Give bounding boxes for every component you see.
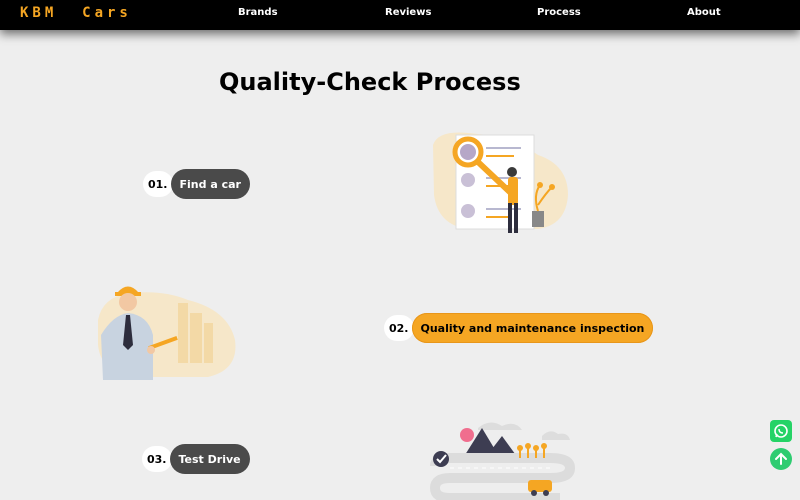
nav-link-process[interactable]: Process	[537, 7, 581, 18]
nav-link-about[interactable]: About	[687, 7, 721, 18]
whatsapp-button[interactable]	[770, 420, 792, 442]
step-pill[interactable]: Test Drive	[169, 444, 250, 474]
nav-link-reviews[interactable]: Reviews	[385, 7, 431, 18]
step-pill[interactable]: Find a car	[170, 169, 250, 199]
inspector-illustration	[98, 286, 236, 380]
scroll-to-top-button[interactable]	[770, 448, 792, 470]
test-drive-illustration	[430, 422, 575, 500]
step-test-drive: 03. Test Drive	[142, 444, 250, 474]
step-number: 02.	[384, 315, 414, 341]
brand-logo[interactable]: KBM Cars	[20, 5, 132, 21]
search-candidate-illustration	[433, 132, 568, 233]
nav-link-brands[interactable]: Brands	[238, 7, 278, 18]
navbar: KBM Cars Brands Reviews Process About	[0, 0, 800, 30]
arrow-up-icon	[775, 452, 787, 465]
step-quality-inspection: 02. Quality and maintenance inspection	[384, 313, 654, 343]
step-find-a-car: 01. Find a car	[143, 169, 250, 199]
step-number: 03.	[142, 446, 172, 472]
step-pill[interactable]: Quality and maintenance inspection	[411, 313, 654, 343]
page-title: Quality-Check Process	[219, 68, 521, 96]
whatsapp-icon	[774, 424, 788, 438]
step-number: 01.	[143, 171, 173, 197]
